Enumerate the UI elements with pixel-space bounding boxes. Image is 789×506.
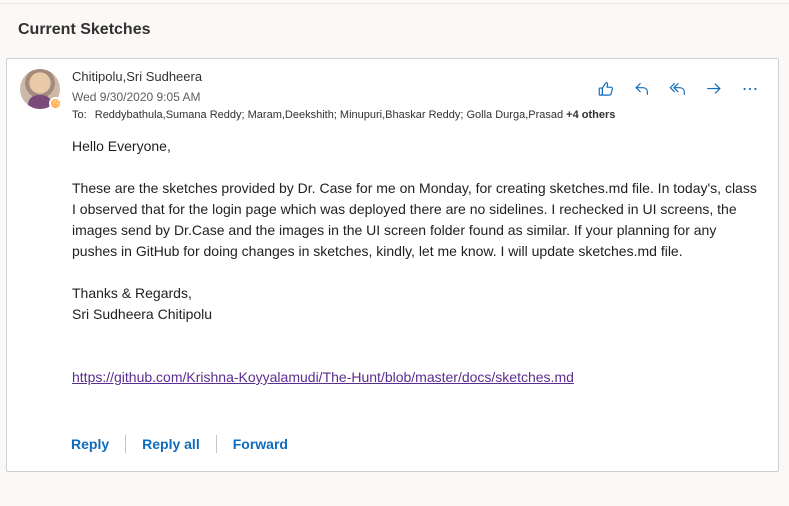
reply-actions: Reply Reply all Forward (71, 435, 304, 453)
message-body: Hello Everyone, These are the sketches p… (72, 136, 762, 409)
signature-text: Sri Sudheera Chitipolu (72, 306, 213, 322)
signoff-text: Thanks & Regards, (72, 285, 192, 301)
presence-away-icon: ◷ (49, 97, 62, 110)
to-label: To: (72, 109, 87, 121)
reply-all-button[interactable]: Reply all (126, 436, 216, 452)
message-actions (594, 77, 762, 101)
sender-name[interactable]: Chitipolu,Sri Sudheera (72, 69, 202, 84)
reply-button[interactable]: Reply (71, 436, 125, 452)
message-datetime: Wed 9/30/2020 9:05 AM (72, 90, 201, 104)
forward-icon[interactable] (702, 77, 726, 101)
more-icon[interactable] (738, 77, 762, 101)
github-link[interactable]: https://github.com/Krishna-Koyyalamudi/T… (72, 369, 574, 385)
forward-button[interactable]: Forward (217, 436, 304, 452)
reply-icon[interactable] (630, 77, 654, 101)
thumbs-up-icon[interactable] (594, 77, 618, 101)
body-paragraph: These are the sketches provided by Dr. C… (72, 180, 757, 259)
recipients-line: To: Reddybathula,Sumana Reddy; Maram,Dee… (72, 109, 615, 121)
greeting-text: Hello Everyone, (72, 138, 171, 154)
message-card: ◷ Chitipolu,Sri Sudheera Wed 9/30/2020 9… (6, 58, 779, 472)
reply-all-icon[interactable] (666, 77, 690, 101)
more-recipients-link[interactable]: +4 others (566, 109, 615, 121)
conversation-title: Current Sketches (18, 21, 151, 38)
top-bar (0, 0, 789, 4)
recipients-list[interactable]: Reddybathula,Sumana Reddy; Maram,Deekshi… (95, 109, 563, 121)
